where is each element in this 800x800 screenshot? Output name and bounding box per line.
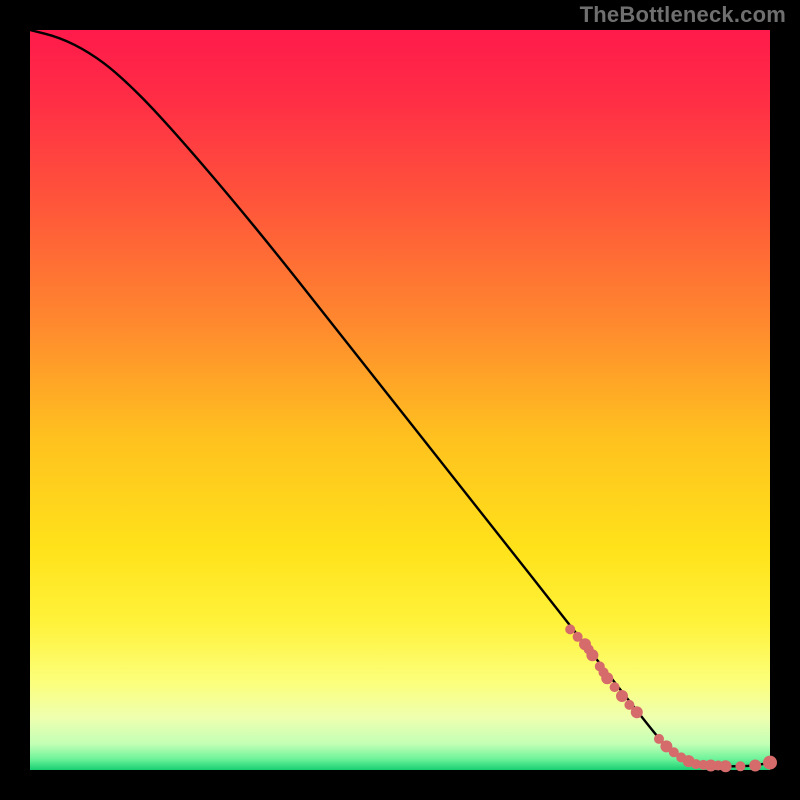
data-marker [610, 682, 620, 692]
data-marker [749, 760, 761, 772]
data-marker [631, 706, 643, 718]
data-marker [720, 760, 732, 772]
data-marker [601, 672, 613, 684]
data-marker [735, 761, 745, 771]
plot-background [30, 30, 770, 770]
data-marker [586, 649, 598, 661]
chart-frame: TheBottleneck.com [0, 0, 800, 800]
data-marker [565, 624, 575, 634]
data-marker [616, 690, 628, 702]
bottleneck-chart [0, 0, 800, 800]
data-marker [763, 756, 777, 770]
